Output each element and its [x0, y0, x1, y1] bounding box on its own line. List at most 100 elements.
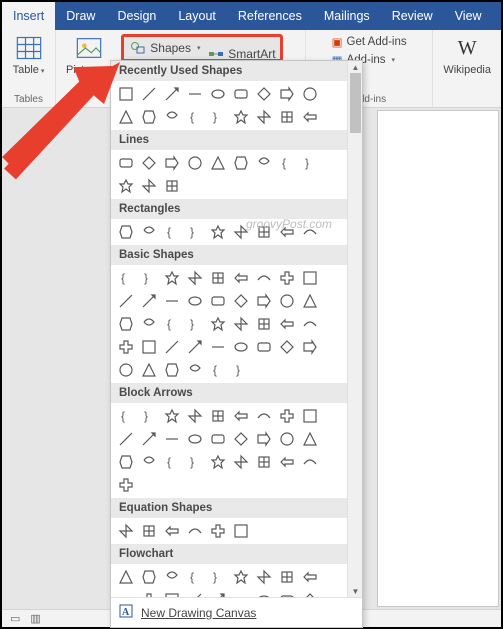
shape-item[interactable]: {	[184, 106, 206, 128]
shape-item[interactable]	[230, 221, 252, 243]
pictures-button[interactable]: Pictures▾	[60, 32, 117, 78]
shape-item[interactable]	[276, 106, 298, 128]
shape-item[interactable]: {	[115, 267, 137, 289]
shape-item[interactable]	[207, 83, 229, 105]
shape-item[interactable]	[253, 451, 275, 473]
shape-item[interactable]: {	[161, 221, 183, 243]
shape-item[interactable]	[115, 83, 137, 105]
shape-item[interactable]	[207, 428, 229, 450]
shape-item[interactable]	[138, 313, 160, 335]
shape-item[interactable]	[161, 267, 183, 289]
new-drawing-canvas[interactable]: A New Drawing Canvas	[111, 597, 362, 627]
tab-layout[interactable]: Layout	[167, 2, 227, 30]
shape-item[interactable]	[184, 405, 206, 427]
table-button[interactable]: Table▾	[7, 32, 51, 78]
shape-item[interactable]	[230, 336, 252, 358]
shape-item[interactable]: }	[207, 106, 229, 128]
shape-item[interactable]	[299, 566, 321, 588]
shape-item[interactable]	[230, 428, 252, 450]
shape-item[interactable]	[161, 290, 183, 312]
shape-item[interactable]	[253, 589, 275, 597]
scroll-up-icon[interactable]: ▲	[348, 61, 362, 73]
shape-item[interactable]	[115, 175, 137, 197]
shape-item[interactable]	[161, 152, 183, 174]
shape-item[interactable]	[299, 428, 321, 450]
shape-item[interactable]	[138, 290, 160, 312]
tab-mailings[interactable]: Mailings	[313, 2, 381, 30]
shape-item[interactable]	[138, 566, 160, 588]
shape-item[interactable]	[184, 152, 206, 174]
tab-design[interactable]: Design	[106, 2, 167, 30]
shape-item[interactable]	[253, 566, 275, 588]
shape-item[interactable]	[184, 267, 206, 289]
shape-item[interactable]	[230, 520, 252, 542]
shape-item[interactable]	[299, 221, 321, 243]
shape-item[interactable]	[276, 83, 298, 105]
shape-item[interactable]	[138, 589, 160, 597]
shape-item[interactable]	[230, 451, 252, 473]
shape-item[interactable]	[207, 520, 229, 542]
shape-item[interactable]	[299, 336, 321, 358]
shape-item[interactable]	[161, 589, 183, 597]
shape-item[interactable]: }	[184, 451, 206, 473]
shape-item[interactable]	[184, 336, 206, 358]
shape-item[interactable]	[184, 520, 206, 542]
shape-item[interactable]	[161, 336, 183, 358]
shape-item[interactable]	[230, 106, 252, 128]
shape-item[interactable]	[161, 428, 183, 450]
shape-item[interactable]	[184, 589, 206, 597]
shape-item[interactable]	[230, 313, 252, 335]
shape-item[interactable]	[138, 152, 160, 174]
shape-item[interactable]	[276, 313, 298, 335]
shape-item[interactable]: {	[161, 451, 183, 473]
shape-item[interactable]	[253, 221, 275, 243]
shape-item[interactable]	[276, 290, 298, 312]
shape-item[interactable]: }	[138, 405, 160, 427]
shape-item[interactable]	[299, 83, 321, 105]
shape-item[interactable]	[115, 451, 137, 473]
shape-item[interactable]	[230, 405, 252, 427]
shape-item[interactable]: }	[207, 566, 229, 588]
shape-item[interactable]	[230, 589, 252, 597]
tab-references[interactable]: References	[227, 2, 313, 30]
shape-item[interactable]: }	[184, 221, 206, 243]
shape-item[interactable]	[138, 451, 160, 473]
shape-item[interactable]	[115, 428, 137, 450]
shape-item[interactable]	[299, 589, 321, 597]
shape-item[interactable]	[184, 290, 206, 312]
shape-item[interactable]	[230, 290, 252, 312]
scroll-thumb[interactable]	[350, 73, 361, 133]
shape-item[interactable]	[161, 520, 183, 542]
shape-item[interactable]	[207, 267, 229, 289]
shape-item[interactable]	[115, 290, 137, 312]
shape-item[interactable]	[230, 152, 252, 174]
shape-item[interactable]	[138, 221, 160, 243]
dropdown-scrollbar[interactable]: ▲ ▼	[347, 61, 362, 597]
shape-item[interactable]	[276, 566, 298, 588]
shape-item[interactable]	[276, 589, 298, 597]
shape-item[interactable]	[138, 106, 160, 128]
document-area[interactable]	[377, 110, 499, 607]
shape-item[interactable]	[184, 428, 206, 450]
shape-item[interactable]	[253, 290, 275, 312]
shape-item[interactable]	[115, 566, 137, 588]
shape-item[interactable]	[253, 106, 275, 128]
shape-item[interactable]	[138, 83, 160, 105]
shape-item[interactable]	[253, 313, 275, 335]
shape-item[interactable]: {	[207, 359, 229, 381]
shape-item[interactable]	[299, 267, 321, 289]
shape-item[interactable]	[115, 520, 137, 542]
shape-item[interactable]	[276, 267, 298, 289]
shape-item[interactable]	[115, 359, 137, 381]
shape-item[interactable]	[276, 428, 298, 450]
shape-item[interactable]	[207, 405, 229, 427]
shape-item[interactable]: }	[138, 267, 160, 289]
shape-item[interactable]	[207, 313, 229, 335]
tab-draw[interactable]: Draw	[55, 2, 106, 30]
shape-item[interactable]	[161, 175, 183, 197]
wikipedia-button[interactable]: W Wikipedia	[437, 32, 497, 78]
shape-item[interactable]	[161, 106, 183, 128]
shape-item[interactable]	[138, 520, 160, 542]
shape-item[interactable]: }	[230, 359, 252, 381]
tab-review[interactable]: Review	[381, 2, 444, 30]
